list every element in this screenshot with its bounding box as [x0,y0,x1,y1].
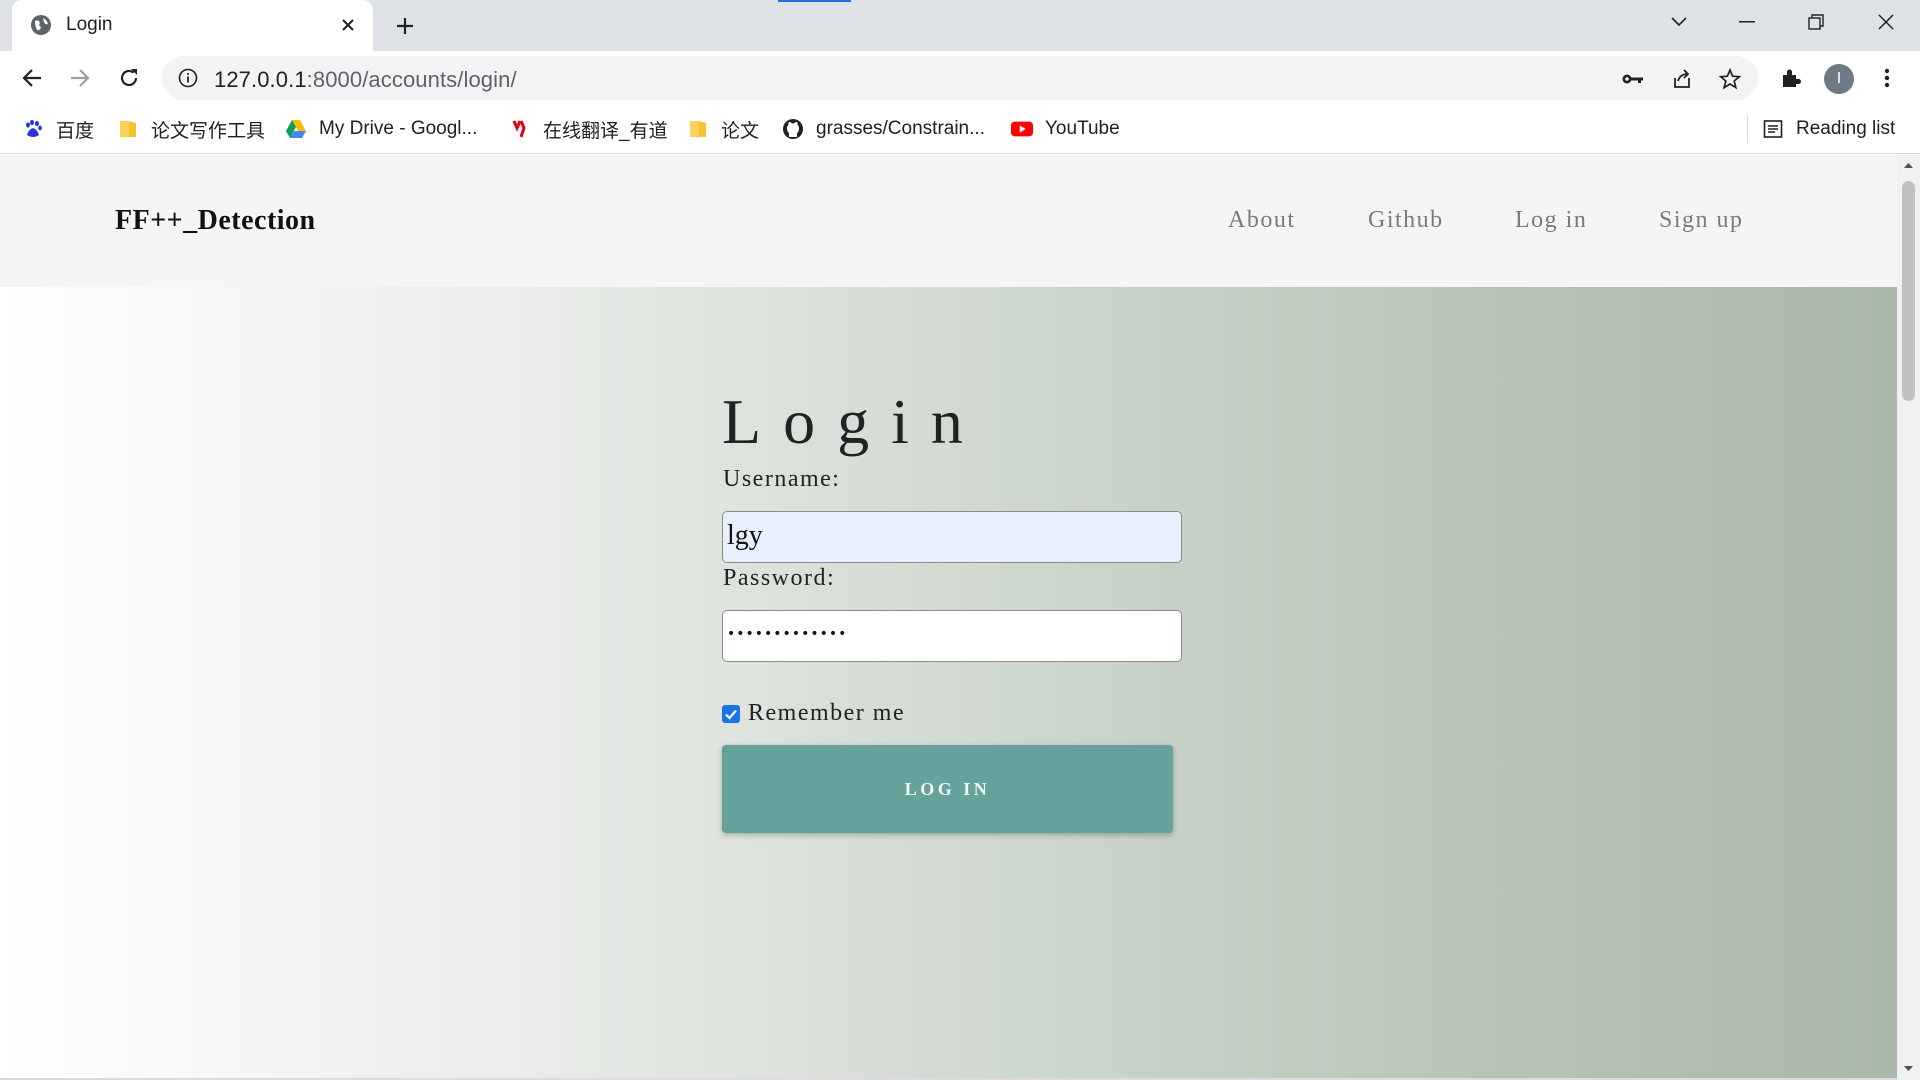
nav-github[interactable]: Github [1368,207,1444,234]
reading-list-icon [1762,118,1784,140]
globe-icon [30,14,52,36]
site-info-icon[interactable] [176,66,200,90]
scroll-up-arrow-icon[interactable] [1903,160,1914,171]
bookmark-label: YouTube [1045,118,1120,139]
username-input[interactable]: lgy [722,511,1182,563]
close-window-button[interactable] [1868,8,1904,36]
tab-strip: Login [0,0,1920,51]
minimize-button[interactable] [1729,8,1765,36]
bookmarks-divider [1747,115,1748,143]
loading-indicator [778,0,851,2]
nav-about[interactable]: About [1228,207,1296,234]
youtube-icon [1011,118,1033,140]
bookmark-github[interactable]: grasses/Constrain... [782,116,985,142]
google-drive-icon [285,118,307,140]
bookmark-youtube[interactable]: YouTube [1011,116,1120,142]
page-scrollbar[interactable] [1897,155,1920,1080]
bookmark-google-drive[interactable]: My Drive - Googl... [285,116,477,142]
remember-checkbox[interactable] [722,704,740,723]
remember-me[interactable]: Remember me [722,700,905,727]
github-icon [782,118,804,140]
bookmark-star-icon[interactable] [1715,64,1745,94]
youdao-icon [509,118,531,140]
url-path: :8000/accounts/login/ [306,67,517,92]
bookmark-label: My Drive - Googl... [319,118,478,139]
login-section: Login Username: lgy Password: ••••••••••… [0,287,1897,1080]
page-title: Login [722,386,985,457]
new-tab-button[interactable] [390,11,420,41]
folder-icon [117,118,139,140]
bookmark-baidu[interactable]: 百度 [22,116,94,142]
bookmark-folder-papers[interactable]: 论文 [687,116,759,142]
restore-button[interactable] [1798,8,1834,36]
site-brand[interactable]: FF++_Detection [115,205,316,237]
scroll-thumb[interactable] [1902,181,1915,401]
tab-login[interactable]: Login [12,0,373,51]
password-input[interactable]: ••••••••••••• [722,610,1182,662]
bookmark-youdao[interactable]: 在线翻译_有道 [509,116,668,142]
menu-kebab-icon[interactable] [1870,61,1904,95]
nav-signup[interactable]: Sign up [1659,207,1744,234]
bookmark-label: 在线翻译_有道 [543,120,668,142]
url-host: 127.0.0.1 [214,67,307,92]
page-content: FF++_Detection About Github Log in Sign … [0,155,1897,1080]
profile-avatar[interactable]: I [1824,64,1854,94]
username-label: Username: [723,466,841,492]
scroll-down-arrow-icon[interactable] [1903,1063,1914,1074]
extensions-icon[interactable] [1774,61,1808,95]
key-icon[interactable] [1618,64,1648,94]
bookmark-label: grasses/Constrain... [816,118,985,139]
bookmarks-bar: 百度 论文写作工具 My Drive - Googl... 在线翻译_有道 论文… [0,105,1920,154]
login-button[interactable]: LOG IN [722,745,1173,833]
share-icon[interactable] [1667,64,1697,94]
bookmark-folder-writing-tools[interactable]: 论文写作工具 [117,116,265,142]
baidu-paw-icon [22,118,44,140]
url-text[interactable]: 127.0.0.1:8000/accounts/login/ [214,67,517,93]
site-navbar: FF++_Detection About Github Log in Sign … [0,155,1897,287]
tab-title: Login [66,14,113,35]
bookmark-label: 论文 [721,120,760,142]
reading-list-label: Reading list [1796,118,1896,139]
bookmark-label: 论文写作工具 [151,120,266,142]
reload-button[interactable] [112,61,146,95]
close-tab-icon[interactable] [336,13,360,37]
reading-list-button[interactable]: Reading list [1762,116,1895,142]
address-bar[interactable]: 127.0.0.1:8000/accounts/login/ [162,56,1758,100]
tab-search-icon[interactable] [1661,8,1697,36]
folder-icon [687,118,709,140]
back-button[interactable] [15,61,49,95]
password-label: Password: [723,565,836,591]
bookmark-label: 百度 [56,120,95,142]
browser-toolbar: 127.0.0.1:8000/accounts/login/ I [0,51,1920,105]
forward-button[interactable] [63,61,97,95]
remember-label: Remember me [748,700,906,726]
nav-login[interactable]: Log in [1515,207,1587,234]
